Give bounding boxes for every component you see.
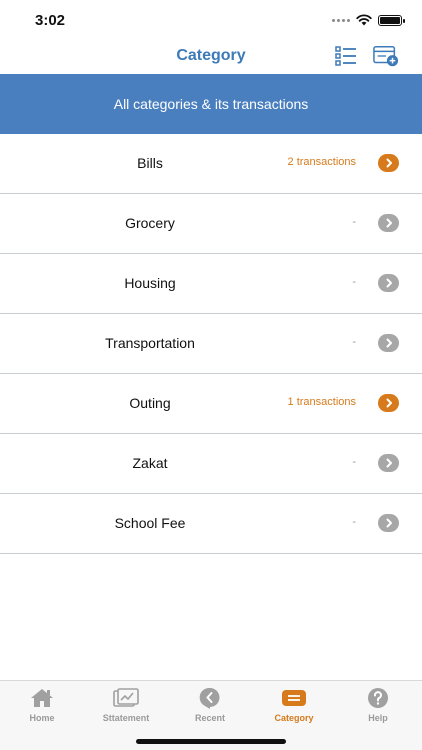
- tab-help[interactable]: Help: [336, 687, 420, 727]
- category-name: Grocery: [125, 215, 175, 231]
- section-banner: All categories & its transactions: [0, 74, 422, 134]
- category-name: Zakat: [132, 455, 168, 471]
- transaction-count: 1 transactions: [287, 396, 356, 408]
- transaction-count: -: [352, 216, 356, 228]
- category-row-school-fee[interactable]: School Fee -: [0, 494, 422, 554]
- chevron-right-icon[interactable]: [378, 154, 399, 172]
- list-view-icon: [335, 46, 356, 66]
- chevron-right-icon[interactable]: [378, 274, 399, 292]
- category-row-zakat[interactable]: Zakat -: [0, 434, 422, 494]
- battery-icon: [378, 14, 405, 26]
- category-row-outing[interactable]: Outing 1 transactions: [0, 374, 422, 434]
- status-bar: 3:02: [0, 0, 422, 40]
- chevron-right-icon[interactable]: [378, 394, 399, 412]
- statement-icon: [113, 688, 139, 707]
- tab-label: Sttatement: [102, 713, 150, 723]
- tab-home[interactable]: Home: [0, 687, 84, 727]
- home-icon: [31, 689, 53, 707]
- list-view-button[interactable]: [333, 44, 359, 68]
- tab-recent[interactable]: Recent: [168, 687, 252, 727]
- transaction-count: -: [352, 456, 356, 468]
- category-name: Housing: [124, 275, 176, 291]
- tab-label: Help: [368, 713, 388, 723]
- category-icon: [282, 690, 306, 706]
- transaction-count: 2 transactions: [287, 156, 356, 168]
- chevron-right-icon[interactable]: [378, 334, 399, 352]
- tab-label: Category: [274, 713, 314, 723]
- chevron-right-icon[interactable]: [378, 514, 399, 532]
- tab-label: Recent: [194, 713, 225, 723]
- category-name: School Fee: [114, 515, 186, 531]
- banner-text: All categories & its transactions: [113, 96, 309, 112]
- add-category-icon: [373, 45, 399, 67]
- chevron-right-icon[interactable]: [378, 214, 399, 232]
- add-category-button[interactable]: [373, 44, 399, 68]
- tab-label: Home: [29, 713, 55, 723]
- wifi-icon: [356, 14, 372, 26]
- signal-icon: [332, 18, 350, 22]
- status-time: 3:02: [35, 12, 66, 29]
- category-row-bills[interactable]: Bills 2 transactions: [0, 134, 422, 194]
- category-name: Bills: [137, 155, 163, 171]
- nav-header: Category: [0, 40, 422, 74]
- category-row-housing[interactable]: Housing -: [0, 254, 422, 314]
- tab-category[interactable]: Category: [252, 687, 336, 727]
- status-icons: [332, 14, 405, 26]
- category-name: Outing: [129, 395, 171, 411]
- recent-icon: [199, 687, 220, 709]
- category-name: Transportation: [105, 335, 195, 351]
- home-indicator: [136, 739, 286, 744]
- category-row-grocery[interactable]: Grocery -: [0, 194, 422, 254]
- chevron-right-icon[interactable]: [378, 454, 399, 472]
- category-row-transportation[interactable]: Transportation -: [0, 314, 422, 374]
- tab-statement[interactable]: Sttatement: [84, 687, 168, 727]
- help-icon: [368, 688, 388, 708]
- transaction-count: -: [352, 336, 356, 348]
- transaction-count: -: [352, 276, 356, 288]
- transaction-count: -: [352, 516, 356, 528]
- category-list: Bills 2 transactions Grocery - Housing -…: [0, 134, 422, 554]
